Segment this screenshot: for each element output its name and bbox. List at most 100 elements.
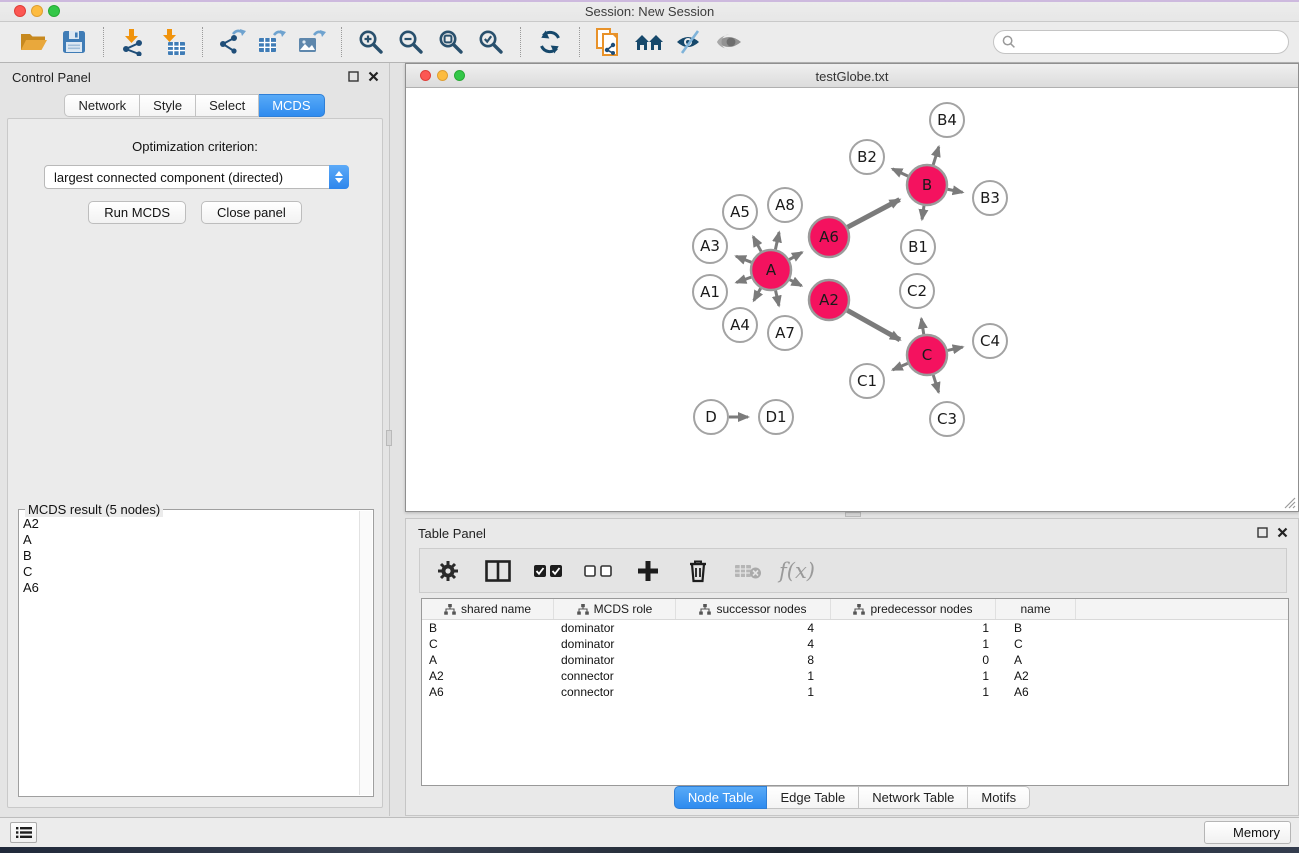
graph-node-label-D1: D1	[765, 408, 786, 426]
graph-edge-B-B2[interactable]	[892, 169, 908, 176]
graph-edge-A-A4[interactable]	[754, 288, 761, 300]
network-window-title: testGlobe.txt	[406, 69, 1298, 84]
result-item: B	[23, 548, 357, 564]
delete-column-icon[interactable]	[683, 556, 713, 586]
tab-mcds[interactable]: MCDS	[259, 94, 324, 117]
status-bar: Memory	[0, 817, 1299, 847]
graph-edge-B-B4[interactable]	[933, 147, 939, 165]
memory-button[interactable]: Memory	[1204, 821, 1291, 844]
graph-edge-A6-B[interactable]	[848, 200, 900, 228]
column-header-shared-name[interactable]: shared name	[422, 599, 554, 619]
open-session-icon[interactable]	[17, 26, 51, 58]
show-panel-eye-icon[interactable]	[712, 26, 746, 58]
graph-edge-B-B3[interactable]	[948, 189, 963, 192]
tab-edge-table[interactable]: Edge Table	[767, 786, 859, 809]
graph-edge-A-A5[interactable]	[753, 237, 761, 252]
memory-status-icon	[1215, 827, 1227, 839]
tree-hierarchy-icon	[577, 604, 589, 615]
dropdown-stepper-icon	[329, 165, 349, 189]
window-title: Session: New Session	[0, 4, 1299, 19]
column-header-mcds-role[interactable]: MCDS role	[554, 599, 676, 619]
result-item: A6	[23, 580, 357, 596]
result-item: A2	[23, 516, 357, 532]
table-row[interactable]: Adominator80A	[422, 652, 1288, 668]
table-panel: Table Panel f(x)	[405, 518, 1299, 816]
graph-node-label-A1: A1	[700, 283, 720, 301]
horizontal-divider-grip[interactable]	[845, 512, 861, 517]
import-network-icon[interactable]	[116, 26, 150, 58]
close-panel-icon[interactable]	[1277, 527, 1288, 538]
tab-network-table[interactable]: Network Table	[859, 786, 968, 809]
network-graph[interactable]: B4B2BB3A8A5A6B1A3AA1C2A2A4A7C4CC1DD1C3	[406, 88, 1298, 511]
export-network-icon[interactable]	[215, 26, 249, 58]
graph-node-label-C1: C1	[857, 372, 877, 390]
mcds-tab-content: Optimization criterion: largest connecte…	[7, 118, 383, 808]
table-row[interactable]: A2connector11A2	[422, 668, 1288, 684]
settings-gear-icon[interactable]	[433, 556, 463, 586]
split-columns-icon[interactable]	[483, 556, 513, 586]
graph-edge-C-C3[interactable]	[933, 375, 938, 392]
export-table-icon[interactable]	[255, 26, 289, 58]
float-panel-icon[interactable]	[1257, 527, 1268, 538]
add-column-icon[interactable]	[633, 556, 663, 586]
tab-network[interactable]: Network	[64, 94, 140, 117]
resize-grip-icon[interactable]	[1282, 495, 1296, 509]
search-field[interactable]	[993, 30, 1289, 54]
save-session-icon[interactable]	[57, 26, 91, 58]
graph-edge-A-A8[interactable]	[775, 232, 779, 249]
task-history-button[interactable]	[10, 822, 37, 843]
table-row[interactable]: Bdominator41B	[422, 620, 1288, 636]
network-window-titlebar[interactable]: testGlobe.txt	[406, 64, 1298, 88]
run-mcds-button[interactable]: Run MCDS	[88, 201, 186, 224]
graph-edge-B-B1[interactable]	[922, 206, 924, 220]
deselect-all-columns-icon[interactable]	[583, 556, 613, 586]
search-input[interactable]	[1016, 33, 1288, 51]
control-panel-header: Control Panel	[0, 63, 389, 91]
column-header-successor-nodes[interactable]: successor nodes	[676, 599, 831, 619]
zoom-out-icon[interactable]	[394, 26, 428, 58]
tab-select[interactable]: Select	[196, 94, 259, 117]
zoom-in-icon[interactable]	[354, 26, 388, 58]
graph-edge-A2-C[interactable]	[847, 310, 900, 340]
mcds-result-list[interactable]: A2 A B C A6	[21, 516, 357, 794]
function-builder-icon[interactable]: f(x)	[779, 559, 815, 583]
select-all-columns-icon[interactable]	[533, 556, 563, 586]
zoom-fit-icon[interactable]	[434, 26, 468, 58]
table-row[interactable]: A6connector11A6	[422, 684, 1288, 700]
hide-panel-eye-icon[interactable]	[672, 26, 706, 58]
import-table-icon[interactable]	[156, 26, 190, 58]
toolbar-separator	[103, 27, 104, 57]
criterion-dropdown[interactable]: largest connected component (directed)	[44, 165, 349, 189]
zoom-selected-icon[interactable]	[474, 26, 508, 58]
graph-edge-A-A7[interactable]	[776, 290, 779, 305]
result-scrollbar[interactable]	[359, 511, 372, 795]
tab-style[interactable]: Style	[140, 94, 196, 117]
close-panel-button[interactable]: Close panel	[201, 201, 302, 224]
graph-edge-C-C1[interactable]	[893, 363, 908, 370]
graph-node-label-A4: A4	[730, 316, 750, 334]
vertical-divider-grip[interactable]	[386, 430, 392, 446]
graph-edge-A-A3[interactable]	[736, 256, 751, 262]
graph-edge-A-A6[interactable]	[789, 252, 802, 259]
tab-node-table[interactable]: Node Table	[674, 786, 768, 809]
graph-edge-A-A2[interactable]	[790, 280, 802, 286]
graph-edge-C-C4[interactable]	[947, 347, 962, 350]
float-panel-icon[interactable]	[348, 71, 359, 82]
graph-edge-A-A1[interactable]	[736, 277, 751, 282]
optimization-criterion-label: Optimization criterion:	[8, 139, 382, 154]
table-row[interactable]: Cdominator41C	[422, 636, 1288, 652]
delete-table-icon[interactable]	[733, 556, 763, 586]
network-canvas[interactable]: B4B2BB3A8A5A6B1A3AA1C2A2A4A7C4CC1DD1C3	[406, 88, 1298, 511]
column-header-predecessor-nodes[interactable]: predecessor nodes	[831, 599, 996, 619]
refresh-layout-icon[interactable]	[533, 26, 567, 58]
clone-network-icon[interactable]	[592, 26, 626, 58]
graph-edge-C-C2[interactable]	[921, 319, 923, 335]
home-view-icon[interactable]	[632, 26, 666, 58]
mcds-result-box: MCDS result (5 nodes) A2 A B C A6	[18, 509, 374, 797]
export-image-icon[interactable]	[295, 26, 329, 58]
close-panel-icon[interactable]	[368, 71, 379, 82]
graph-node-label-A5: A5	[730, 203, 750, 221]
column-header-name[interactable]: name	[996, 599, 1076, 619]
tab-motifs[interactable]: Motifs	[968, 786, 1030, 809]
toolbar-separator	[341, 27, 342, 57]
